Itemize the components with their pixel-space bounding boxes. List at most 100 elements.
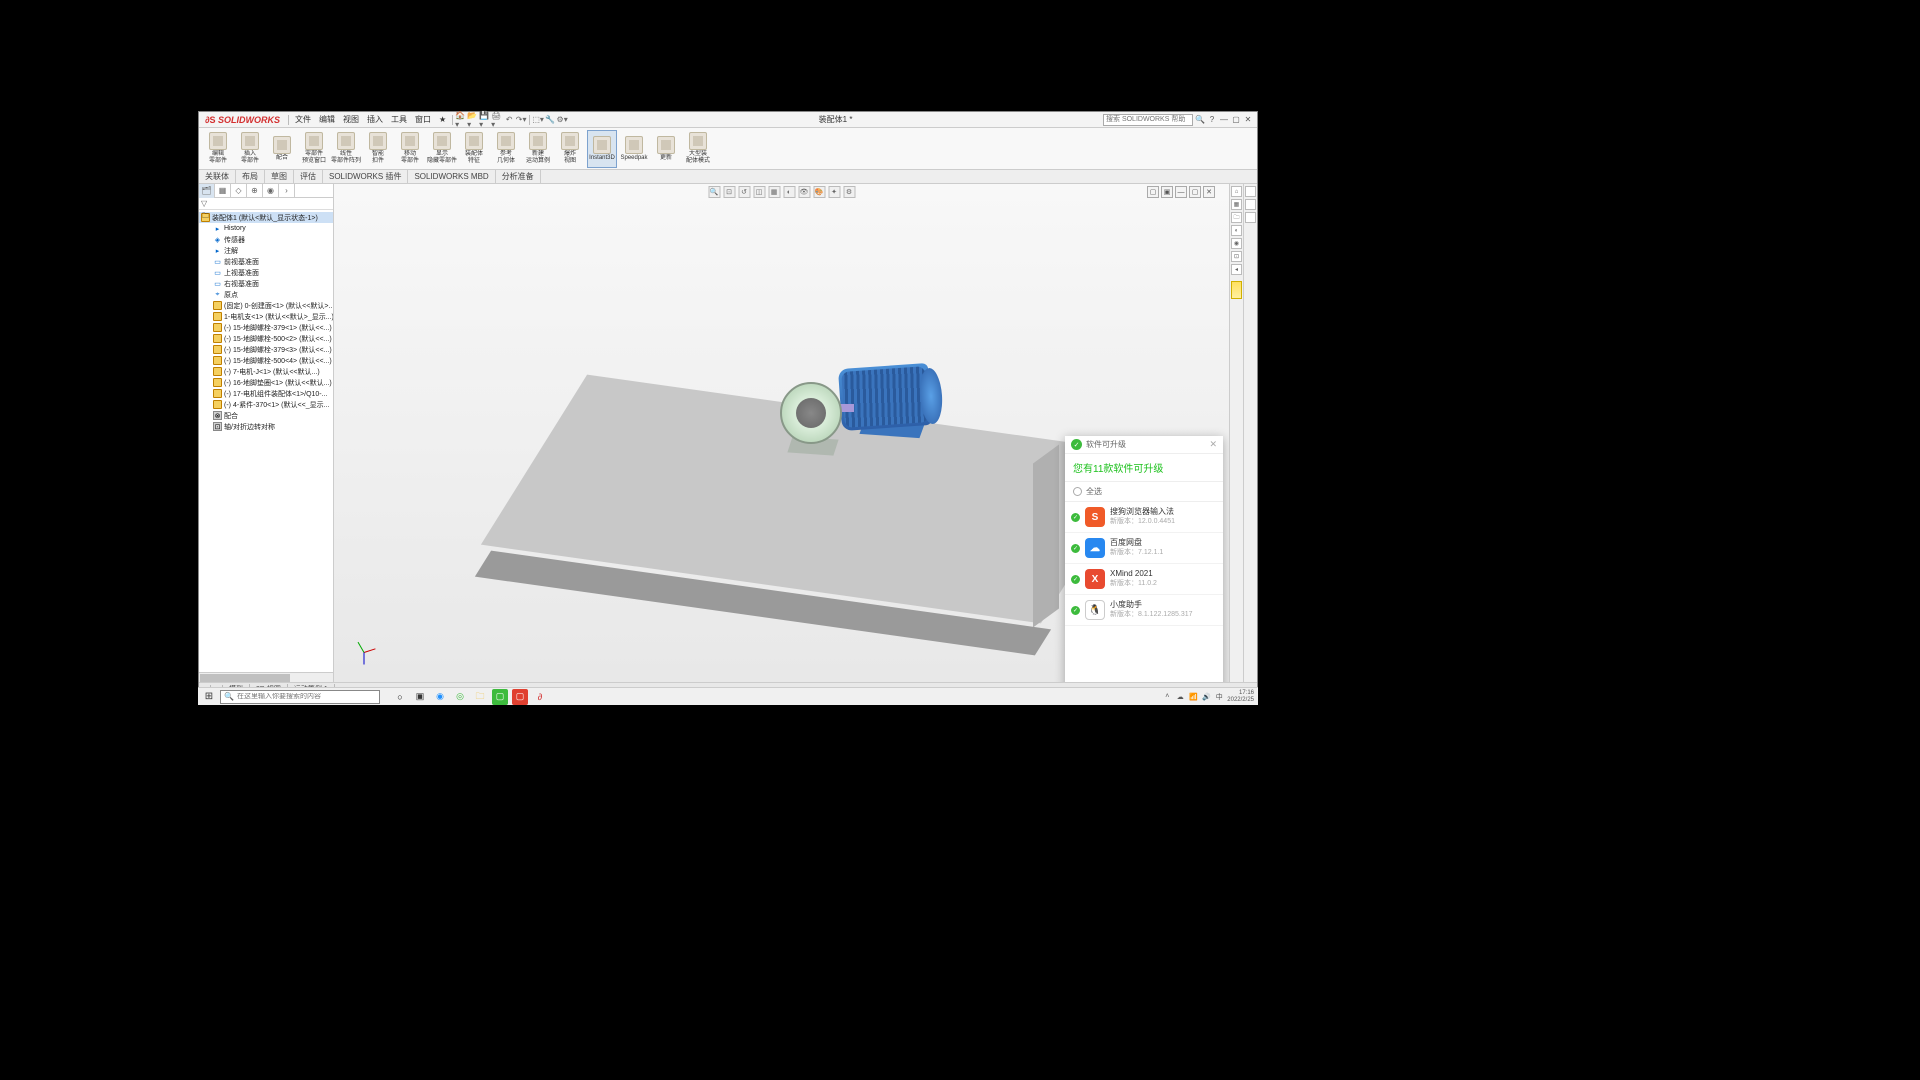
- tree-part-4[interactable]: (-) 15-地脚螺栓-379<3> (默认<<...): [211, 344, 333, 355]
- qat-print-icon[interactable]: 🖨▾: [491, 114, 503, 126]
- tree-part-9[interactable]: (-) 4-紧件-370<1> (默认<<_显示...: [211, 399, 333, 410]
- taskbar-app-4-icon[interactable]: ▢: [512, 689, 528, 705]
- hud-displaystyle-icon[interactable]: ◐: [783, 186, 795, 198]
- fm-tab-more-icon[interactable]: ›: [279, 184, 295, 198]
- tp-collapse-icon[interactable]: ◂: [1231, 264, 1242, 275]
- tree-part-6[interactable]: (-) 7-电机-J<1> (默认<<默认...): [211, 366, 333, 377]
- menu-help[interactable]: ★: [435, 115, 450, 124]
- tp-lib-icon[interactable]: ▦: [1231, 199, 1242, 210]
- ribbon-btn-15[interactable]: 大型装 配体模式: [683, 130, 713, 168]
- qat-undo-icon[interactable]: ↶: [503, 114, 515, 126]
- ribbon-btn-6[interactable]: 移动 零部件: [395, 130, 425, 168]
- cm-tab-5[interactable]: SOLIDWORKS MBD: [408, 170, 495, 183]
- cm-tab-2[interactable]: 草图: [265, 170, 294, 183]
- cm-tab-3[interactable]: 评估: [294, 170, 323, 183]
- ribbon-btn-10[interactable]: 新建 运动算例: [523, 130, 553, 168]
- hud-viewsetting-icon[interactable]: ⚙: [843, 186, 855, 198]
- tree-part-0[interactable]: (固定) 0-创建面<1> (默认<<默认>...): [211, 300, 333, 311]
- window-maximize-button[interactable]: ▢: [1231, 115, 1241, 125]
- cm-tab-4[interactable]: SOLIDWORKS 插件: [323, 170, 408, 183]
- tree-mategrp[interactable]: ⊡轴/对折边转对称: [211, 421, 333, 432]
- appearance-swatch[interactable]: [1231, 281, 1242, 299]
- tree-mates[interactable]: ⊗配合: [211, 410, 333, 421]
- taskbar-app-1-icon[interactable]: ▣: [412, 689, 428, 705]
- tp-view-icon[interactable]: ◐: [1231, 225, 1242, 236]
- qat-new-icon[interactable]: 🏠▾: [455, 114, 467, 126]
- filter-icon[interactable]: ▽: [201, 199, 207, 208]
- start-button[interactable]: ⊞: [202, 690, 216, 704]
- cm-tab-1[interactable]: 布局: [236, 170, 265, 183]
- cm-tab-0[interactable]: 关联体: [199, 170, 236, 183]
- hud-applyscene-icon[interactable]: ✦: [828, 186, 840, 198]
- window-close-button[interactable]: ✕: [1243, 115, 1253, 125]
- fm-tab-config-icon[interactable]: ◇: [231, 184, 247, 198]
- tree-history[interactable]: ▸History: [211, 223, 333, 234]
- menu-file[interactable]: 文件: [291, 114, 315, 125]
- taskbar-search-input[interactable]: [237, 693, 376, 700]
- taskbar-app-2-icon[interactable]: ◎: [452, 689, 468, 705]
- hud-zoomarea-icon[interactable]: ⊡: [723, 186, 735, 198]
- check-icon[interactable]: ✓: [1071, 544, 1080, 553]
- hud-prevview-icon[interactable]: ↺: [738, 186, 750, 198]
- ribbon-btn-14[interactable]: 更新: [651, 130, 681, 168]
- tree-part-7[interactable]: (-) 16-地脚垫圈<1> (默认<<默认...): [211, 377, 333, 388]
- qat-open-icon[interactable]: 📂▾: [467, 114, 479, 126]
- help-search-input[interactable]: [1103, 114, 1193, 126]
- coordinate-triad[interactable]: [352, 640, 376, 664]
- qat-redo-icon[interactable]: ↷▾: [515, 114, 527, 126]
- menu-insert[interactable]: 插入: [363, 114, 387, 125]
- tp-prop-icon[interactable]: ⊡: [1231, 251, 1242, 262]
- help-icon[interactable]: ?: [1207, 115, 1217, 125]
- graphics-viewport[interactable]: 🔍 ⊡ ↺ ◫ ▦ ◐ 👁 🎨 ✦ ⚙ ▢ ▣ — ▢ ✕: [334, 184, 1229, 682]
- popup-item-3[interactable]: ✓ 🐧 小度助手新版本：8.1.122.1285.317: [1065, 595, 1223, 626]
- ribbon-btn-4[interactable]: 线性 零部件阵列: [331, 130, 361, 168]
- popup-close-button[interactable]: ✕: [1209, 439, 1217, 450]
- popup-item-2[interactable]: ✓ X XMind 2021新版本：11.0.2: [1065, 564, 1223, 595]
- qat-select-icon[interactable]: ⬚▾: [532, 114, 544, 126]
- tray-cloud-icon[interactable]: ☁: [1175, 692, 1185, 702]
- tray-wifi-icon[interactable]: 📶: [1188, 692, 1198, 702]
- ribbon-btn-5[interactable]: 智能 扣件: [363, 130, 393, 168]
- tree-part-1[interactable]: 1-电机支<1> (默认<<默认>_显示...): [211, 311, 333, 322]
- ribbon-btn-8[interactable]: 装配体 特征: [459, 130, 489, 168]
- hud-editappear-icon[interactable]: 🎨: [813, 186, 825, 198]
- tree-top-pl[interactable]: ▭上视基准面: [211, 267, 333, 278]
- tree-part-8[interactable]: (-) 17-电机组件装配体<1>/Q10-...: [211, 388, 333, 399]
- popup-select-all[interactable]: 全选: [1065, 482, 1223, 502]
- tree-right-pl[interactable]: ▭右视基准面: [211, 278, 333, 289]
- vp-min-icon[interactable]: —: [1175, 186, 1187, 198]
- check-icon[interactable]: ✓: [1071, 606, 1080, 615]
- hud-zoomfit-icon[interactable]: 🔍: [708, 186, 720, 198]
- fm-tab-display-icon[interactable]: ⊕: [247, 184, 263, 198]
- qat-save-icon[interactable]: 💾▾: [479, 114, 491, 126]
- ribbon-btn-12[interactable]: Instant3D: [587, 130, 617, 168]
- task-view-icon[interactable]: ○: [392, 689, 408, 705]
- tray-chevron-icon[interactable]: ˄: [1162, 692, 1172, 702]
- tree-sensors[interactable]: ◈传感器: [211, 234, 333, 245]
- ribbon-btn-1[interactable]: 插入 零部件: [235, 130, 265, 168]
- ribbon-btn-9[interactable]: 参考 几何体: [491, 130, 521, 168]
- vp-close-icon[interactable]: ✕: [1203, 186, 1215, 198]
- search-icon[interactable]: 🔍: [1195, 115, 1205, 125]
- tree-part-2[interactable]: (-) 15-地脚螺栓-379<1> (默认<<...): [211, 322, 333, 333]
- menu-window[interactable]: 窗口: [411, 114, 435, 125]
- qat-options-icon[interactable]: ⚙▾: [556, 114, 568, 126]
- ribbon-btn-3[interactable]: 零部件 预览窗口: [299, 130, 329, 168]
- ribbon-btn-0[interactable]: 编辑 零部件: [203, 130, 233, 168]
- check-icon[interactable]: ✓: [1071, 575, 1080, 584]
- window-minimize-button[interactable]: —: [1219, 115, 1229, 125]
- ribbon-btn-11[interactable]: 爆炸 视图: [555, 130, 585, 168]
- tray-ime-icon[interactable]: 中: [1214, 692, 1224, 702]
- menu-tools[interactable]: 工具: [387, 114, 411, 125]
- check-icon[interactable]: ✓: [1071, 513, 1080, 522]
- fm-tab-tree-icon[interactable]: 🗂: [199, 184, 215, 198]
- tpo-icon-1[interactable]: [1245, 186, 1256, 197]
- vp-2-icon[interactable]: ▣: [1161, 186, 1173, 198]
- hud-hideshow-icon[interactable]: 👁: [798, 186, 810, 198]
- hud-section-icon[interactable]: ◫: [753, 186, 765, 198]
- tp-home-icon[interactable]: ⌂: [1231, 186, 1242, 197]
- checkbox-icon[interactable]: [1073, 487, 1082, 496]
- tree-origin[interactable]: ⌖原点: [211, 289, 333, 300]
- tree-part-5[interactable]: (-) 15-地脚螺栓-500<4> (默认<<...): [211, 355, 333, 366]
- qat-rebuild-icon[interactable]: 🔧: [544, 114, 556, 126]
